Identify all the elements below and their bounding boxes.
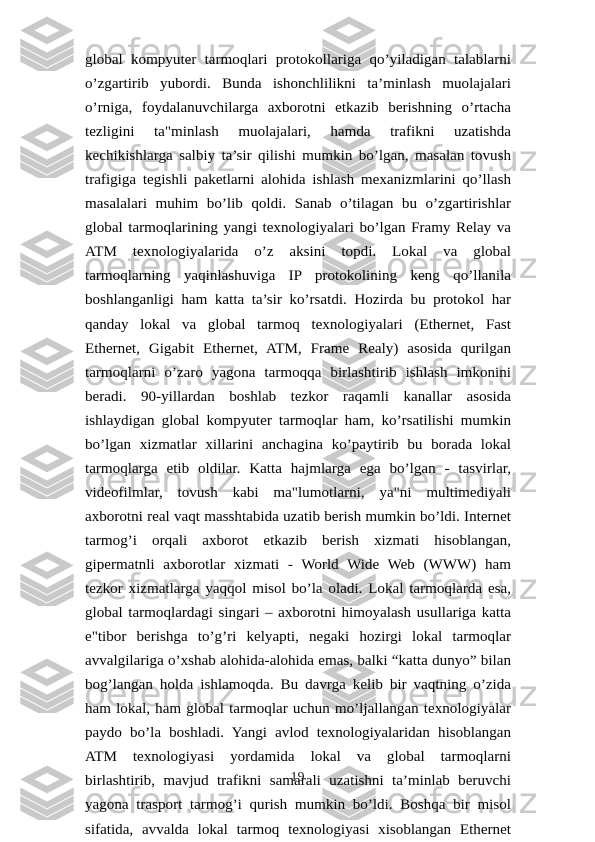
page-number: 19 [290, 770, 305, 785]
layers-stack-icon [20, 337, 74, 392]
layers-stack-icon [20, 658, 74, 713]
layers-stack-icon [20, 230, 74, 285]
layers-stack-icon [20, 16, 74, 71]
layers-stack-icon [20, 551, 74, 606]
layers-stack-icon [20, 444, 74, 499]
document-text-body: global kompyuter tarmoqlari protokollari… [85, 48, 511, 842]
layers-stack-icon [20, 123, 74, 178]
document-page: oefen.uz oefen.uz oefen.uz oefen.uz oefen.uz… [0, 0, 595, 842]
body-paragraph: global kompyuter tarmoqlari protokollari… [85, 52, 511, 838]
page-footer: 19 [0, 768, 595, 786]
